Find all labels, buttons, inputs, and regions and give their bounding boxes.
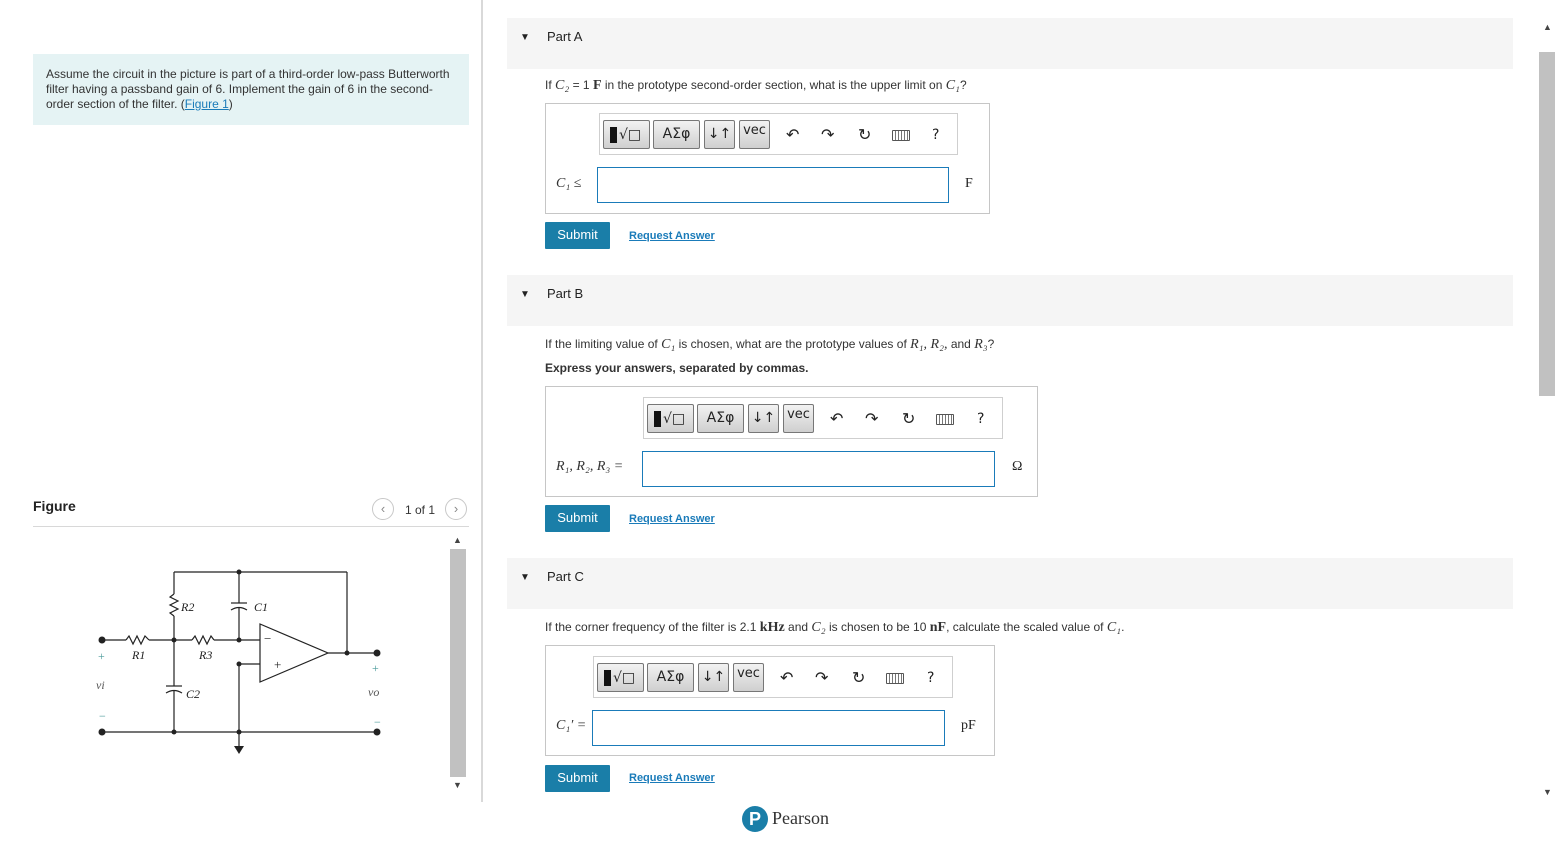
collapse-triangle-icon[interactable]: ▼ [520,572,530,583]
part-b-title: Part B [547,286,584,301]
part-c-question: If the corner frequency of the filter is… [545,620,1125,635]
collapse-triangle-icon[interactable]: ▼ [520,32,530,43]
part-b-answer-input[interactable] [642,451,995,487]
pane-divider[interactable] [481,0,483,802]
problem-statement: Assume the circuit in the picture is par… [33,54,469,125]
part-c-answer-box: √□ ΑΣφ ↓↑ vec ↶ ↷ ↻ ? C₁′ = pF [545,645,995,756]
label-r2: R2 [180,600,194,614]
label-minus-out: − [374,715,381,729]
part-c-answer-label: C₁′ = [556,718,587,733]
figure-header: Figure ‹ 1 of 1 › [33,495,469,527]
pearson-logo-icon: P [742,806,768,832]
main-scrollbar[interactable]: ▲ ▼ [1538,18,1556,802]
part-a-math-toolbar: √□ ΑΣφ ↓↑ vec ↶ ↷ ↻ ? [599,113,958,155]
part-b-header[interactable]: ▼ Part B [507,275,1513,326]
chevron-left-icon[interactable]: ‹ [372,498,394,520]
reset-icon[interactable]: ↻ [858,126,871,144]
main-scroll-thumb[interactable] [1539,52,1555,396]
label-vi: vi [96,678,105,692]
part-c-answer-input[interactable] [592,710,945,746]
undo-icon[interactable]: ↶ [786,126,799,144]
redo-icon[interactable]: ↷ [821,126,834,144]
figure-scrollbar[interactable]: ▲ ▼ [448,532,468,794]
part-b-instruction: Express your answers, separated by comma… [545,361,809,375]
part-a-title: Part A [547,29,583,44]
figure-title: Figure [33,498,76,514]
greek-button[interactable]: ΑΣφ [653,120,700,149]
vec-button[interactable]: vec [739,120,770,149]
part-a-request-answer-link[interactable]: Request Answer [629,230,715,242]
part-c-header[interactable]: ▼ Part C [507,558,1513,609]
label-c2: C2 [186,687,200,701]
part-c-unit: pF [961,718,976,733]
opamp-minus: − [264,631,271,646]
part-b-math-toolbar: √□ ΑΣφ ↓↑ vec ↶ ↷ ↻ ? [643,397,1003,439]
part-b-answer-label: R₁, R₂, R₃ = [556,459,624,474]
part-a-question: If C₂ = 1 F in the prototype second-orde… [545,78,967,93]
greek-button[interactable]: ΑΣφ [647,663,694,692]
part-c-math-toolbar: √□ ΑΣφ ↓↑ vec ↶ ↷ ↻ ? [593,656,953,698]
help-button[interactable]: ? [932,126,939,144]
part-a-unit: F [965,176,973,191]
scroll-up-icon[interactable]: ▲ [453,535,462,545]
collapse-triangle-icon[interactable]: ▼ [520,289,530,300]
label-c1: C1 [254,600,268,614]
label-vo: vo [368,685,379,699]
circuit-diagram: R2 C1 R1 R3 C2 vi vo + + − − − + [96,569,381,754]
redo-icon[interactable]: ↷ [815,669,828,687]
keyboard-icon[interactable] [892,130,910,141]
part-a-header[interactable]: ▼ Part A [507,18,1513,69]
label-plus-in: + [98,649,105,663]
part-c-submit-button[interactable]: Submit [545,765,610,792]
undo-icon[interactable]: ↶ [780,669,793,687]
help-button[interactable]: ? [977,410,984,428]
figure-scroll-thumb[interactable] [450,549,466,777]
redo-icon[interactable]: ↷ [865,410,878,428]
left-pane: Assume the circuit in the picture is par… [0,0,482,842]
arrows-button[interactable]: ↓↑ [748,404,779,433]
label-r3: R3 [198,648,212,662]
reset-icon[interactable]: ↻ [852,669,865,687]
vec-button[interactable]: vec [733,663,764,692]
part-a-answer-box: √□ ΑΣφ ↓↑ vec ↶ ↷ ↻ ? C₁ ≤ F [545,103,990,214]
reset-icon[interactable]: ↻ [902,410,915,428]
part-b-unit: Ω [1012,459,1023,474]
help-button[interactable]: ? [927,669,934,687]
scroll-down-icon[interactable]: ▼ [1543,787,1552,797]
part-a-submit-button[interactable]: Submit [545,222,610,249]
greek-button[interactable]: ΑΣφ [697,404,744,433]
part-a-answer-label: C₁ ≤ [556,176,582,191]
figure-link[interactable]: Figure 1 [185,97,229,111]
arrows-button[interactable]: ↓↑ [704,120,735,149]
part-b-request-answer-link[interactable]: Request Answer [629,513,715,525]
part-c-title: Part C [547,569,584,584]
part-c-request-answer-link[interactable]: Request Answer [629,772,715,784]
label-plus-out: + [372,661,379,675]
undo-icon[interactable]: ↶ [830,410,843,428]
templates-icon[interactable]: √□ [647,404,694,433]
part-a-answer-input[interactable] [597,167,949,203]
scroll-down-icon[interactable]: ▼ [453,780,462,790]
label-minus-in: − [99,709,106,723]
pearson-brand: Pearson [772,808,829,828]
keyboard-icon[interactable] [936,414,954,425]
templates-icon[interactable]: √□ [597,663,644,692]
keyboard-icon[interactable] [886,673,904,684]
opamp-plus: + [274,657,281,672]
part-b-submit-button[interactable]: Submit [545,505,610,532]
arrows-button[interactable]: ↓↑ [698,663,729,692]
chevron-right-icon[interactable]: › [445,498,467,520]
problem-text: Assume the circuit in the picture is par… [46,67,450,111]
part-b-question: If the limiting value of C₁ is chosen, w… [545,337,995,352]
vec-button[interactable]: vec [783,404,814,433]
scroll-up-icon[interactable]: ▲ [1543,22,1552,32]
label-r1: R1 [131,648,145,662]
templates-icon[interactable]: √□ [603,120,650,149]
part-b-answer-box: √□ ΑΣφ ↓↑ vec ↶ ↷ ↻ ? R₁, R₂, R₃ = Ω [545,386,1038,497]
figure-pager: 1 of 1 [405,503,436,517]
